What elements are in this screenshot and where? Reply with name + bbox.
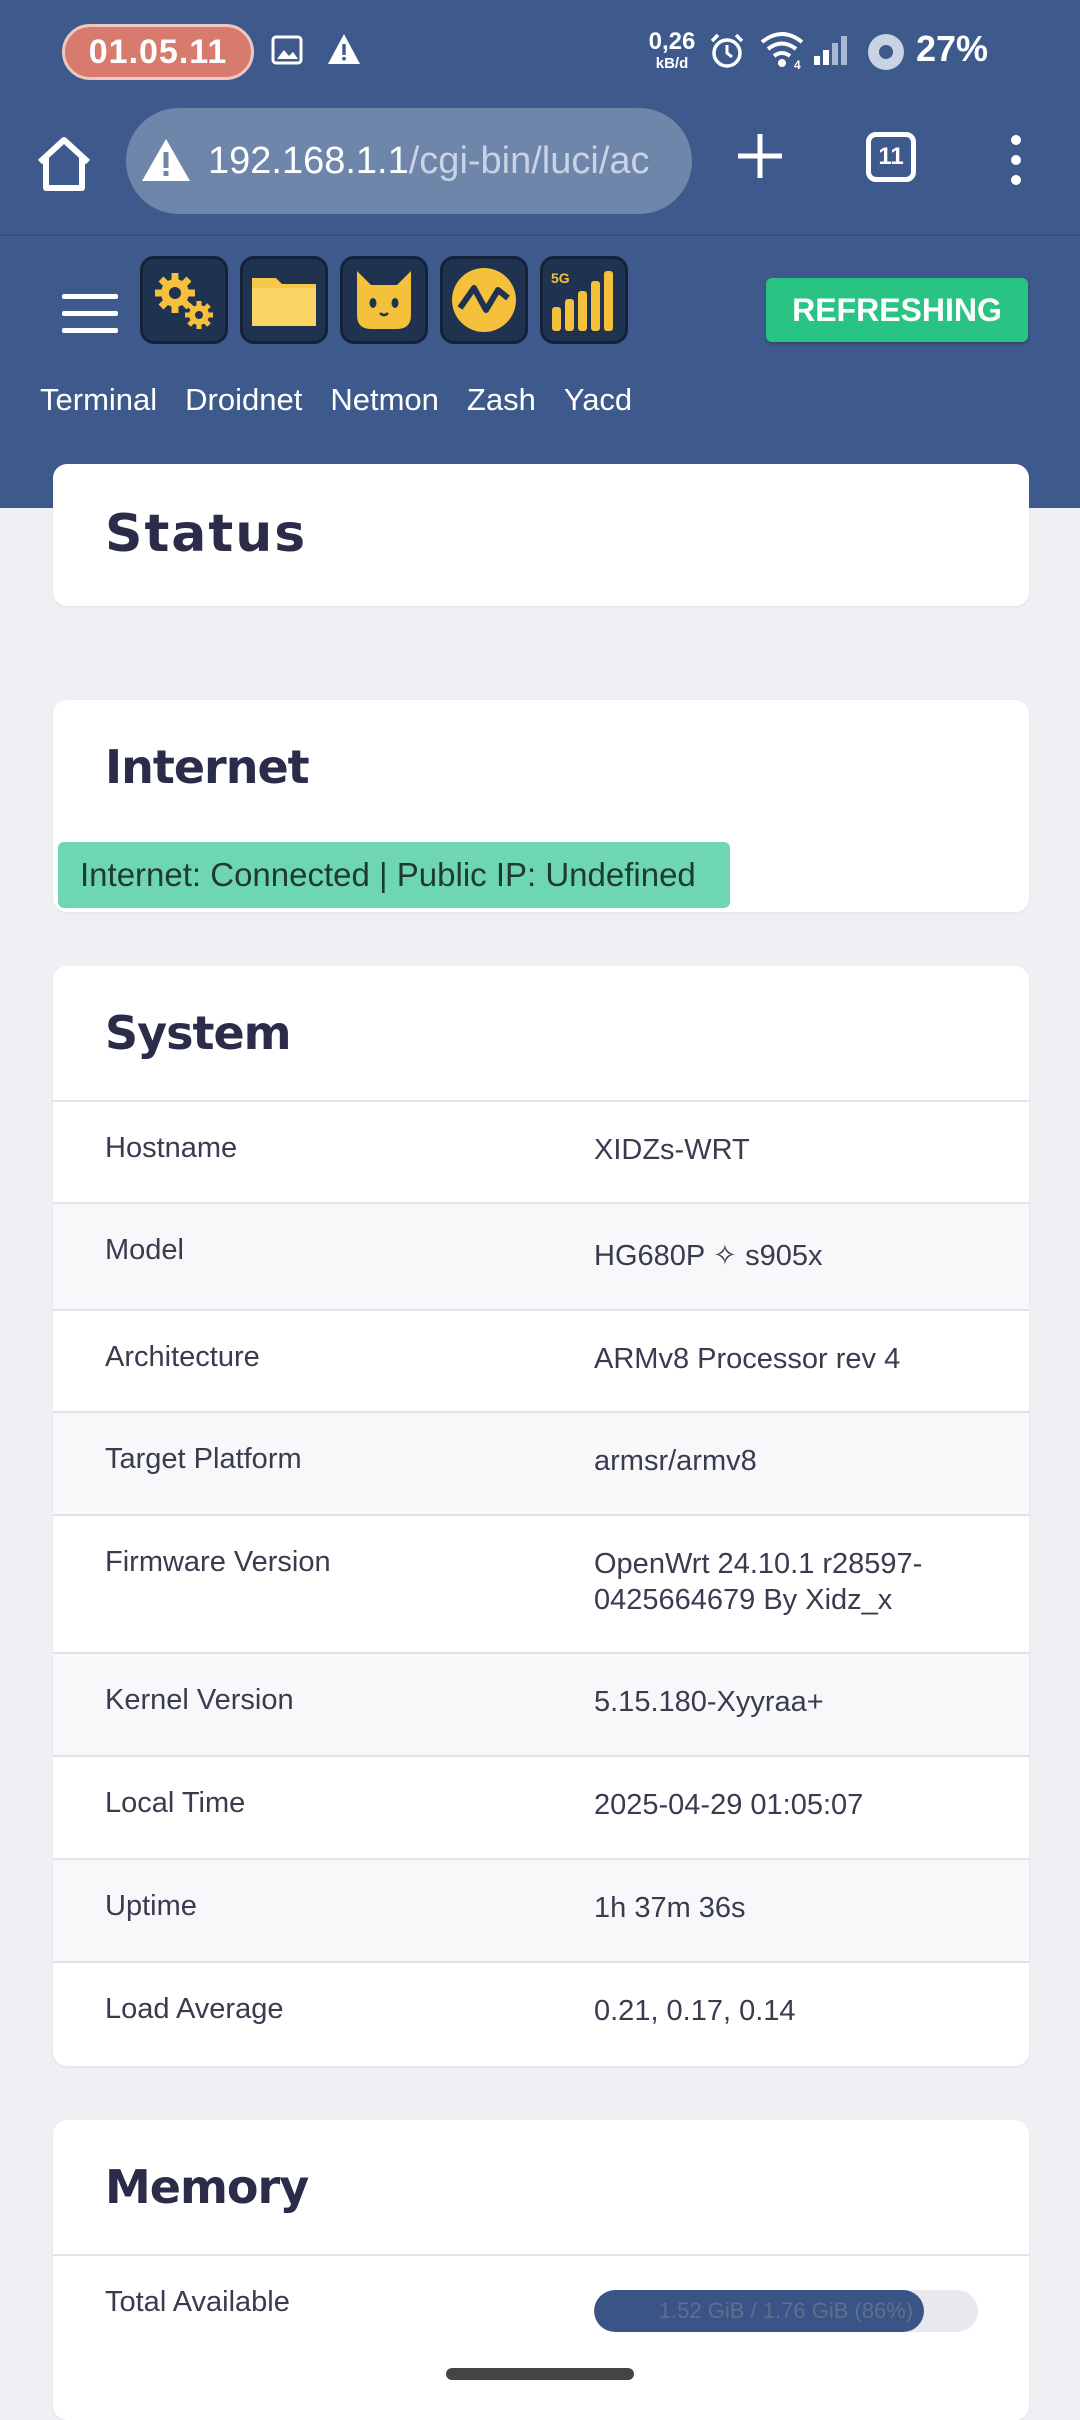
row-value: 5.15.180-Xyyraa+ [594,1686,824,1718]
row-key: Target Platform [105,1443,302,1475]
toolbar-divider [0,234,1080,236]
new-tab-button[interactable] [732,128,788,184]
row-value: armsr/armv8 [594,1445,757,1477]
hamburger-menu-button[interactable] [62,294,118,334]
status-title-card: Status [53,464,1029,606]
row-value: HG680P ✧ s905x [594,1240,823,1272]
table-row: Kernel Version 5.15.180-Xyyraa+ [53,1652,1029,1755]
row-key: Model [105,1234,184,1266]
row-key: Total Available [105,2286,290,2318]
tab-switcher-button[interactable]: 11 [866,132,916,182]
signal-icon [812,34,848,71]
refresh-button[interactable]: REFRESHING [766,278,1028,342]
more-icon [1011,135,1021,185]
system-table: Hostname XIDZs-WRT Model HG680P ✧ s905x Ar… [53,1100,1029,2064]
row-key: Hostname [105,1132,238,1164]
row-value: 2025-04-29 01:05:07 [594,1789,864,1821]
internet-card: Internet Internet: Connected | Public IP… [53,700,1029,912]
row-key: Architecture [105,1341,260,1373]
warning-icon [326,32,362,71]
site-warning-icon[interactable] [140,136,192,189]
table-row: Model HG680P ✧ s905x [53,1202,1029,1309]
quick-link-netmon[interactable]: Netmon [330,382,439,418]
alarm-icon [708,32,746,75]
row-value: 1h 37m 36s [594,1892,746,1924]
row-key: Local Time [105,1787,246,1819]
table-row: Local Time 2025-04-29 01:05:07 [53,1755,1029,1858]
home-button[interactable] [32,132,96,196]
cat-icon[interactable] [340,256,428,344]
table-row: Uptime 1h 37m 36s [53,1858,1029,1961]
table-row: Load Average 0.21, 0.17, 0.14 [53,1961,1029,2064]
internet-status-badge: Internet: Connected | Public IP: Undefin… [58,842,730,908]
svg-text:4: 4 [794,58,801,70]
quick-link-yacd[interactable]: Yacd [564,382,632,418]
address-bar[interactable]: 192.168.1.1/cgi-bin/luci/ac [126,108,692,214]
system-title: System [105,1006,292,1060]
memory-title: Memory [105,2160,309,2214]
quick-link-zash[interactable]: Zash [467,382,536,418]
memory-progress-label: 1.52 GiB / 1.76 GiB (86%) [658,2298,914,2323]
plus-icon [738,134,782,178]
more-menu-button[interactable] [1000,132,1032,188]
url-text[interactable]: 192.168.1.1/cgi-bin/luci/ac [208,108,650,214]
image-icon [270,34,304,71]
wifi-icon: 4 [760,30,804,75]
browser-toolbar: 192.168.1.1/cgi-bin/luci/ac 11 [0,102,1080,234]
row-key: Uptime [105,1890,197,1922]
table-row: Firmware Version OpenWrt 24.10.1 r28597-0… [53,1514,1029,1652]
url-path: /cgi-bin/luci/ac [408,140,650,182]
battery-saver-icon [866,32,906,77]
url-host: 192.168.1.1 [208,140,409,182]
folder-icon[interactable] [240,256,328,344]
netmon-icon[interactable] [440,256,528,344]
battery-percentage: 27% [916,28,989,69]
system-card: System Hostname XIDZs-WRT Model HG680P ✧ s… [53,966,1029,2066]
row-value: 0.21, 0.17, 0.14 [594,1995,796,2027]
table-row: Target Platform armsr/armv8 [53,1411,1029,1514]
table-row: Architecture ARMv8 Processor rev 4 [53,1309,1029,1411]
memory-progress-bar: 1.52 GiB / 1.76 GiB (86%) [594,2290,978,2332]
table-row: Total Available 1.52 GiB / 1.76 GiB (86%… [53,2254,1029,2346]
network-speed: 0,26 kB/d [648,28,696,72]
page-title: Status [105,504,308,564]
settings-gears-icon[interactable] [140,256,228,344]
signal-5g-icon[interactable]: 5G [540,256,628,344]
home-icon [37,137,91,191]
status-clock: 01.05.11 [62,24,254,80]
quick-link-droidnet[interactable]: Droidnet [185,382,302,418]
row-value: ARMv8 Processor rev 4 [594,1343,901,1375]
table-row: Hostname XIDZs-WRT [53,1100,1029,1202]
row-key: Kernel Version [105,1684,294,1716]
row-key: Load Average [105,1993,284,2025]
row-key: Firmware Version [105,1546,331,1578]
gesture-nav-bar[interactable] [446,2368,634,2380]
row-value: XIDZs-WRT [594,1134,750,1166]
app-icon-5g-label: 5G [551,270,570,286]
internet-title: Internet [105,740,310,794]
status-bar: 01.05.11 0,26 kB/d 4 27% [0,0,1080,102]
quick-link-terminal[interactable]: Terminal [40,382,157,418]
quick-links: Terminal Droidnet Netmon Zash Yacd [40,382,632,418]
row-value: OpenWrt 24.10.1 r28597-0425664679 By Xid… [594,1548,923,1616]
